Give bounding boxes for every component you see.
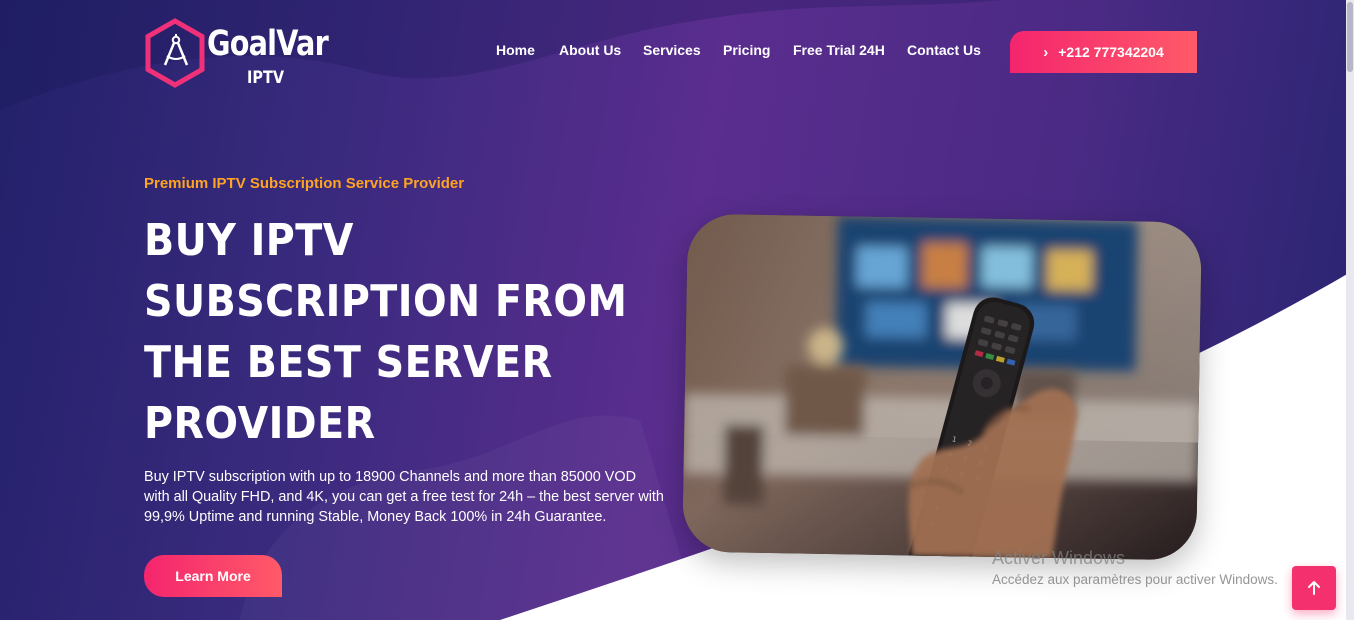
headline-line: SUBSCRIPTION FROM: [144, 276, 628, 327]
scrollbar[interactable]: [1346, 0, 1354, 620]
phone-cta-label: +212 777342204: [1058, 44, 1164, 60]
phone-cta-button[interactable]: › +212 777342204: [1010, 31, 1197, 73]
nav-home[interactable]: Home: [496, 42, 535, 58]
windows-watermark-title: Activer Windows: [992, 548, 1126, 568]
nav-about-us[interactable]: About Us: [559, 42, 621, 58]
headline-line: THE BEST SERVER: [144, 337, 553, 388]
headline-line: PROVIDER: [144, 398, 376, 449]
brand-subtitle: IPTV: [247, 68, 285, 88]
nav-services[interactable]: Services: [643, 42, 701, 58]
brand-name: GoalVar: [207, 24, 329, 64]
brand-logo[interactable]: GoalVar IPTV: [143, 18, 333, 88]
nav-free-trial[interactable]: Free Trial 24H: [793, 42, 885, 58]
compass-hexagon-icon: [145, 18, 205, 88]
hero-image-tv-remote: 123 456 789 0 +−: [682, 213, 1202, 561]
nav-pricing[interactable]: Pricing: [723, 42, 770, 58]
scrollbar-thumb[interactable]: [1347, 2, 1353, 72]
arrow-up-icon: [1308, 581, 1320, 595]
back-to-top-button[interactable]: [1292, 566, 1336, 610]
hero-headline: BUY IPTV SUBSCRIPTION FROM THE BEST SERV…: [144, 210, 664, 454]
hero-description: Buy IPTV subscription with up to 18900 C…: [144, 469, 664, 525]
nav-contact-us[interactable]: Contact Us: [907, 42, 981, 58]
hero-eyebrow: Premium IPTV Subscription Service Provid…: [144, 175, 465, 192]
windows-watermark-subtitle: Accédez aux paramètres pour activer Wind…: [992, 572, 1278, 587]
chevron-right-icon: ›: [1043, 43, 1049, 61]
learn-more-button[interactable]: Learn More: [144, 555, 282, 597]
headline-line: BUY IPTV: [144, 215, 354, 266]
